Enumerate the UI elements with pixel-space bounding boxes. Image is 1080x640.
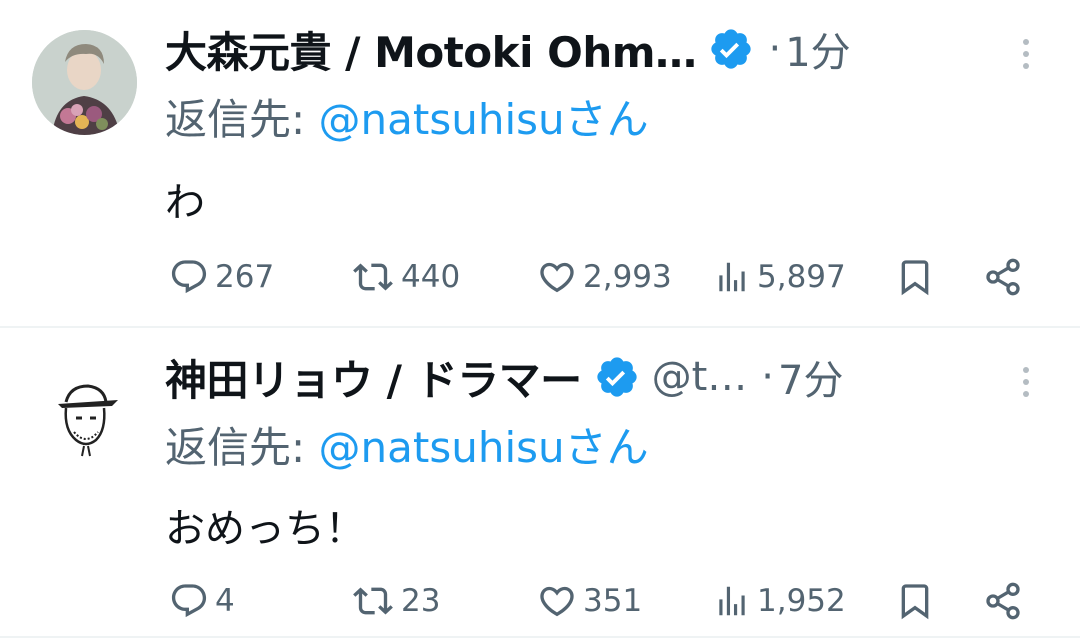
views-icon [719, 262, 745, 292]
reply-count: 267 [215, 259, 275, 295]
like-icon [540, 262, 574, 293]
verified-badge-icon [594, 354, 640, 400]
reply-context: 返信先: @natsuhisuさん [165, 414, 649, 475]
reply-context: 返信先: @natsuhisuさん [165, 86, 649, 147]
like-button[interactable]: 351 [537, 576, 642, 626]
timestamp[interactable]: 1分 [785, 20, 850, 78]
more-icon[interactable] [1018, 364, 1034, 400]
tweet[interactable]: 神田リョウ / ドラマー @t… · 7分 返信先: @natsuhisuさん … [0, 328, 1080, 640]
views-icon [719, 586, 745, 616]
like-icon [540, 586, 574, 617]
bookmark-icon [901, 584, 929, 620]
reply-icon [171, 260, 207, 294]
separator-dot: · [761, 354, 774, 400]
like-count: 2,993 [583, 259, 672, 295]
avatar[interactable] [32, 360, 137, 465]
action-bar: 4 23 351 1,952 [165, 576, 1035, 626]
bookmark-icon [901, 260, 929, 296]
views-button[interactable]: 5,897 [713, 252, 846, 302]
handle[interactable]: @t… [652, 354, 748, 400]
bookmark-button[interactable] [895, 576, 935, 626]
retweet-button[interactable]: 23 [351, 576, 440, 626]
reply-mention[interactable]: @natsuhisu [319, 423, 565, 472]
reply-prefix: 返信先: [165, 423, 319, 472]
views-count: 5,897 [757, 259, 846, 295]
divider [0, 636, 1080, 638]
tweet[interactable]: 大森元貴 / Motoki Ohm… · 1分 返信先: @natsuhisuさ… [0, 0, 1080, 326]
share-button[interactable] [983, 576, 1023, 626]
reply-count: 4 [215, 583, 235, 619]
reply-prefix: 返信先: [165, 95, 319, 144]
retweet-count: 23 [401, 583, 441, 619]
tweet-text: わ [165, 180, 205, 226]
retweet-icon [353, 587, 393, 615]
like-button[interactable]: 2,993 [537, 252, 672, 302]
reply-suffix: さん [564, 95, 649, 144]
display-name[interactable]: 大森元貴 / Motoki Ohm… [165, 19, 697, 80]
like-count: 351 [583, 583, 643, 619]
tweet-text: おめっち！ [165, 506, 365, 552]
verified-badge-icon [708, 26, 754, 72]
share-icon [986, 258, 1020, 296]
share-button[interactable] [983, 252, 1023, 302]
retweet-icon [353, 263, 393, 291]
reply-button[interactable]: 4 [169, 576, 235, 626]
bookmark-button[interactable] [895, 252, 935, 302]
tweet-header: 大森元貴 / Motoki Ohm… · 1分 [165, 16, 851, 82]
reply-mention[interactable]: @natsuhisu [319, 95, 565, 144]
action-bar: 267 440 2,993 5,897 [165, 252, 1035, 302]
views-button[interactable]: 1,952 [713, 576, 846, 626]
more-icon[interactable] [1018, 36, 1034, 72]
tweet-header: 神田リョウ / ドラマー @t… · 7分 [165, 344, 843, 410]
separator-dot: · [768, 26, 782, 72]
reply-button[interactable]: 267 [169, 252, 274, 302]
retweet-button[interactable]: 440 [351, 252, 460, 302]
views-count: 1,952 [757, 583, 846, 619]
reply-suffix: さん [564, 423, 649, 472]
avatar[interactable] [32, 30, 137, 135]
retweet-count: 440 [401, 259, 461, 295]
timestamp[interactable]: 7分 [778, 348, 843, 406]
reply-icon [171, 584, 207, 618]
share-icon [986, 582, 1020, 620]
display-name[interactable]: 神田リョウ / ドラマー [165, 347, 582, 408]
